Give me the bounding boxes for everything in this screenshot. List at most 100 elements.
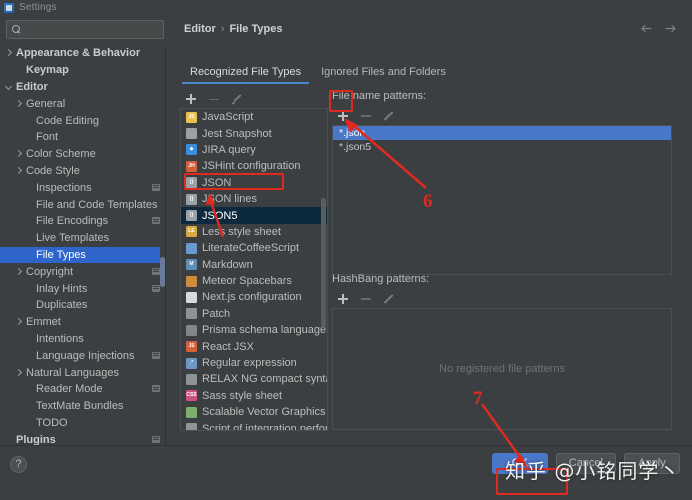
file-type-row[interactable]: RELAX NG compact syntax <box>181 371 327 387</box>
sidebar-item-inlay-hints[interactable]: Inlay Hints <box>0 280 166 297</box>
sidebar-item-keymap[interactable]: Keymap <box>0 62 166 79</box>
sidebar-item-code-style[interactable]: Code Style <box>0 163 166 180</box>
remove-file-type-button <box>208 93 220 105</box>
add-hashbang-button[interactable] <box>337 293 349 305</box>
hashbang-patterns-list[interactable]: No registered file patterns <box>332 308 672 430</box>
file-type-row[interactable]: LiterateCoffeeScript <box>181 240 327 256</box>
settings-sync-badge-icon <box>152 436 160 443</box>
file-type-row[interactable]: JHJSHint configuration <box>181 158 327 174</box>
tab-recognized-file-types[interactable]: Recognized File Types <box>180 63 311 82</box>
chevron-right-icon[interactable] <box>14 99 23 108</box>
file-type-icon: JS <box>186 112 197 123</box>
sidebar-item-natural-languages[interactable]: Natural Languages <box>0 364 166 381</box>
file-type-label: JavaScript <box>202 111 253 123</box>
settings-search-box[interactable] <box>6 20 164 39</box>
sidebar-item-textmate-bundles[interactable]: TextMate Bundles <box>0 398 166 415</box>
settings-dialog: Appearance & BehaviorKeymapEditorGeneral… <box>0 15 692 485</box>
file-type-row[interactable]: Prisma schema language (PSL) <box>181 322 327 338</box>
sidebar-item-duplicates[interactable]: Duplicates <box>0 297 166 314</box>
file-type-list-scrollbar[interactable] <box>321 110 326 431</box>
add-pattern-button[interactable] <box>337 110 349 122</box>
file-type-icon: LE <box>186 226 197 237</box>
file-type-row[interactable]: {}JSON lines <box>181 191 327 207</box>
sidebar-item-copyright[interactable]: Copyright <box>0 263 166 280</box>
sidebar-item-label: Live Templates <box>36 232 109 244</box>
hashbang-patterns-label: HashBang patterns: <box>332 273 672 285</box>
chevron-down-icon[interactable] <box>4 82 13 91</box>
file-name-pattern-row[interactable]: *.json5 <box>333 140 671 154</box>
file-type-row[interactable]: {}JSON5 <box>181 207 327 223</box>
file-type-icon: {} <box>186 194 197 205</box>
sidebar-item-label: Natural Languages <box>26 367 119 379</box>
arrow-left-icon[interactable] <box>639 21 654 36</box>
file-type-label: Markdown <box>202 259 253 271</box>
sidebar-item-language-injections[interactable]: Language Injections <box>0 347 166 364</box>
sidebar-item-live-templates[interactable]: Live Templates <box>0 230 166 247</box>
sidebar-item-font[interactable]: Font <box>0 129 166 146</box>
sidebar-item-code-editing[interactable]: Code Editing <box>0 112 166 129</box>
file-type-label: Prisma schema language (PSL) <box>202 324 328 336</box>
file-type-row[interactable]: ◆JIRA query <box>181 142 327 158</box>
file-type-icon <box>186 423 197 431</box>
file-type-label: Less style sheet <box>202 226 281 238</box>
file-name-patterns-list[interactable]: *.json*.json5 <box>332 125 672 275</box>
sidebar-item-label: TODO <box>36 417 68 429</box>
add-file-type-button[interactable] <box>185 93 197 105</box>
sidebar-item-file-types[interactable]: File Types <box>0 247 166 264</box>
file-type-row[interactable]: Scalable Vector Graphics <box>181 404 327 420</box>
chevron-right-icon[interactable] <box>4 49 13 58</box>
breadcrumb-root[interactable]: Editor <box>184 23 216 35</box>
file-type-icon <box>186 243 197 254</box>
tree-spacer <box>24 183 33 192</box>
chevron-right-icon[interactable] <box>14 368 23 377</box>
sidebar-item-color-scheme[interactable]: Color Scheme <box>0 146 166 163</box>
file-name-patterns-toolbar <box>332 106 672 125</box>
file-type-label: Patch <box>202 308 230 320</box>
file-types-tabs[interactable]: Recognized File TypesIgnored Files and F… <box>180 61 680 82</box>
arrow-right-icon[interactable] <box>663 21 678 36</box>
search-input[interactable] <box>25 22 160 37</box>
file-type-row[interactable]: {}JSON <box>181 175 327 191</box>
sidebar-item-general[interactable]: General <box>0 95 166 112</box>
window-title: Settings <box>19 2 57 13</box>
sidebar-item-file-encodings[interactable]: File Encodings <box>0 213 166 230</box>
tab-ignored-files-and-folders[interactable]: Ignored Files and Folders <box>311 63 456 82</box>
sidebar-item-label: General <box>26 98 65 110</box>
help-button[interactable]: ? <box>10 456 27 473</box>
file-type-row[interactable]: Script of integration performance <box>181 420 327 431</box>
chevron-right-icon[interactable] <box>14 318 23 327</box>
chevron-right-icon[interactable] <box>14 150 23 159</box>
sidebar-item-todo[interactable]: TODO <box>0 415 166 432</box>
file-type-row[interactable]: CSSSass style sheet <box>181 388 327 404</box>
file-type-row[interactable]: .*Regular expression <box>181 355 327 371</box>
tree-spacer <box>24 385 33 394</box>
file-type-row[interactable]: JS JavaScript <box>181 109 327 125</box>
file-type-label: Sass style sheet <box>202 390 282 402</box>
settings-tree[interactable]: Appearance & Behavior KeymapEditor General… <box>0 45 166 460</box>
edit-hashbang-button <box>383 293 395 305</box>
file-type-row[interactable]: LE Less style sheet <box>181 224 327 240</box>
sidebar-item-editor[interactable]: Editor <box>0 79 166 96</box>
file-type-icon: JS <box>186 341 197 352</box>
file-type-row[interactable]: JSReact JSX <box>181 338 327 354</box>
sidebar-item-intentions[interactable]: Intentions <box>0 331 166 348</box>
file-type-list[interactable]: JS JavaScript Jest Snapshot◆JIRA queryJHJS… <box>180 108 328 431</box>
sidebar-item-emmet[interactable]: Emmet <box>0 314 166 331</box>
file-type-row[interactable]: Next.js configuration <box>181 289 327 305</box>
sidebar-item-reader-mode[interactable]: Reader Mode <box>0 381 166 398</box>
sidebar-item-inspections[interactable]: Inspections <box>0 179 166 196</box>
file-type-row[interactable]: Patch <box>181 306 327 322</box>
hashbang-patterns-section: HashBang patterns: No registered file pa… <box>332 273 672 430</box>
sidebar-item-file-and-code-templates[interactable]: File and Code Templates <box>0 196 166 213</box>
file-type-row[interactable]: Jest Snapshot <box>181 125 327 141</box>
file-type-row[interactable]: MMarkdown <box>181 257 327 273</box>
sidebar-item-label: Appearance & Behavior <box>16 47 140 59</box>
chevron-right-icon[interactable] <box>14 166 23 175</box>
file-name-pattern-row[interactable]: *.json <box>333 126 671 140</box>
file-type-label: Scalable Vector Graphics <box>202 406 326 418</box>
file-type-row[interactable]: Meteor Spacebars <box>181 273 327 289</box>
chevron-right-icon[interactable] <box>14 267 23 276</box>
sidebar-item-appearance-behavior[interactable]: Appearance & Behavior <box>0 45 166 62</box>
file-name-patterns-section: File name patterns: *.json*.json5 <box>332 90 672 275</box>
tree-spacer <box>24 301 33 310</box>
